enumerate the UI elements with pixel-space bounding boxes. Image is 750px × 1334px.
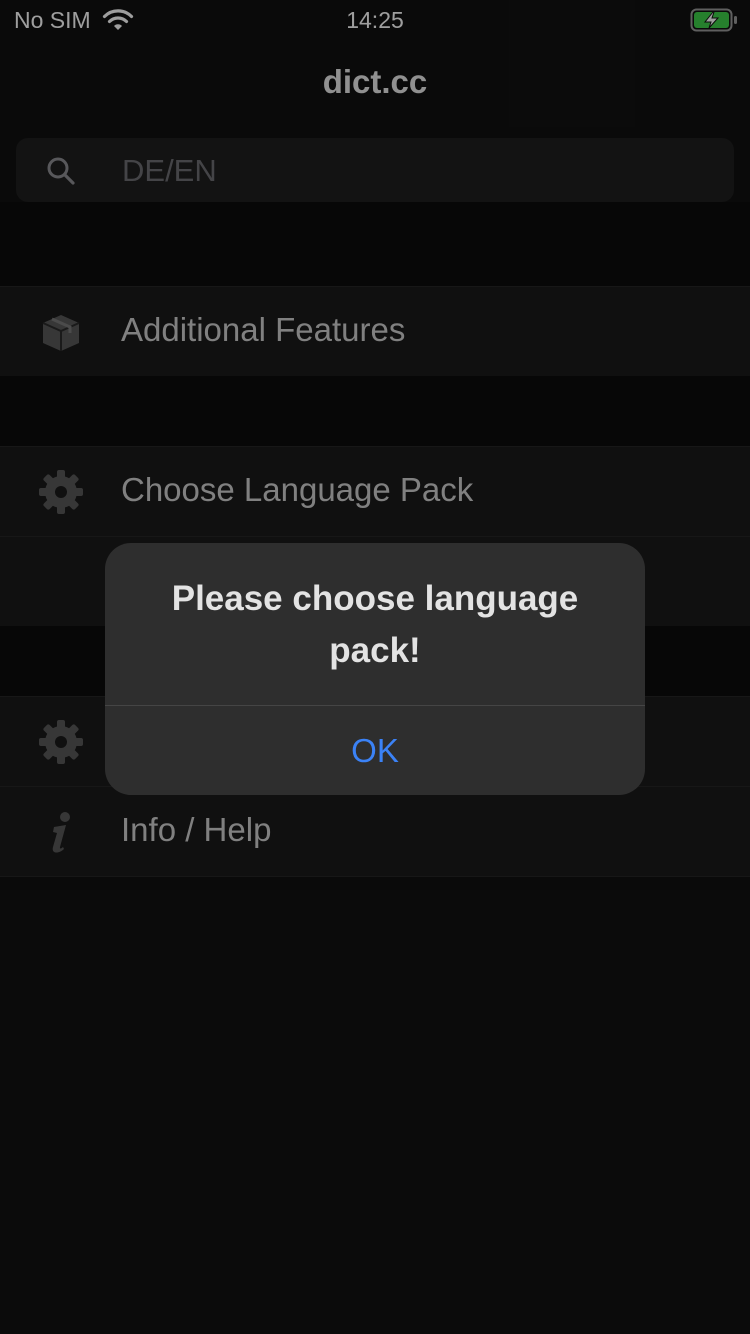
ok-button[interactable]: OK: [105, 706, 645, 795]
alert-dialog: Please choose language pack! OK: [105, 543, 645, 795]
alert-message: Please choose language pack!: [171, 579, 579, 670]
